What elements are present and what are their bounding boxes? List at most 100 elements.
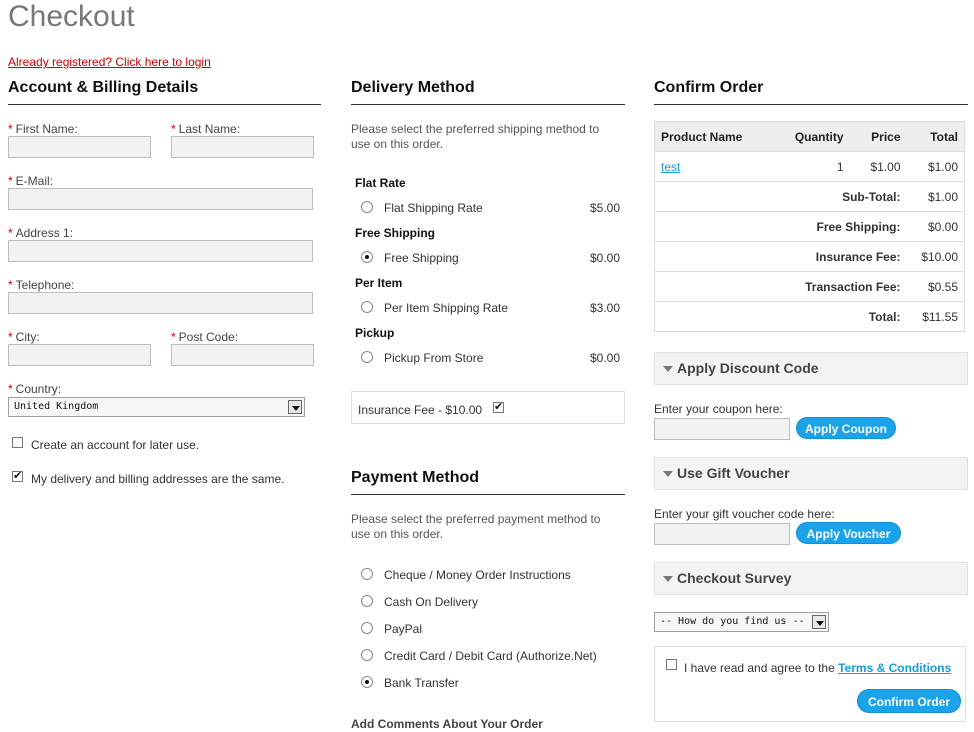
account-heading: Account & Billing Details — [8, 79, 199, 96]
discount-panel-header[interactable]: Apply Discount Code — [654, 352, 968, 385]
delivery-radio-flat[interactable] — [361, 201, 373, 213]
confirm-order-button[interactable]: Confirm Order — [857, 689, 961, 713]
table-row: test 1 $1.00 $1.00 — [654, 151, 965, 182]
last-name-label: * Last Name: — [171, 122, 241, 136]
telephone-input[interactable] — [8, 292, 313, 314]
total-row: Total: $11.55 — [654, 301, 965, 332]
delivery-option-price: $5.00 — [590, 201, 621, 215]
product-total: $1.00 — [906, 151, 965, 182]
chevron-down-icon — [288, 400, 302, 414]
survey-select-value: -- How do you find us -- — [660, 616, 805, 627]
country-label: * Country: — [8, 382, 62, 396]
payment-divider — [351, 494, 625, 495]
delivery-divider — [351, 104, 625, 105]
payment-option-label: Cheque / Money Order Instructions — [384, 568, 571, 582]
total-label: Free Shipping: — [654, 211, 907, 242]
total-value: $0.55 — [906, 271, 965, 302]
total-row: Insurance Fee: $10.00 — [654, 241, 965, 272]
confirm-divider — [654, 104, 968, 105]
delivery-group-title: Pickup — [355, 326, 395, 340]
delivery-radio-per-item[interactable] — [361, 301, 373, 313]
coupon-input[interactable] — [654, 418, 790, 440]
col-product-name: Product Name — [654, 121, 775, 152]
order-table-header: Product Name Quantity Price Total — [654, 121, 965, 152]
delivery-option-label: Pickup From Store — [384, 351, 484, 365]
total-label: Total: — [654, 301, 907, 332]
payment-option-label: Credit Card / Debit Card (Authorize.Net) — [384, 649, 597, 663]
total-value: $11.55 — [906, 301, 965, 332]
delivery-option-label: Flat Shipping Rate — [384, 201, 483, 215]
survey-panel-header[interactable]: Checkout Survey — [654, 562, 968, 595]
terms-text: I have read and agree to the Terms & Con… — [684, 661, 951, 675]
total-value: $10.00 — [906, 241, 965, 272]
same-address-label: My delivery and billing addresses are th… — [31, 472, 285, 486]
post-code-label: * Post Code: — [171, 330, 239, 344]
survey-select[interactable]: -- How do you find us -- — [654, 612, 829, 632]
delivery-option-price: $0.00 — [590, 351, 621, 365]
terms-link[interactable]: Terms & Conditions — [838, 661, 951, 675]
payment-heading: Payment Method — [351, 469, 480, 486]
payment-radio-credit-card[interactable] — [361, 649, 373, 661]
post-code-input[interactable] — [171, 344, 314, 366]
address1-input[interactable] — [8, 240, 313, 262]
insurance-label: Insurance Fee - $10.00 — [358, 403, 483, 417]
delivery-group-title: Free Shipping — [355, 226, 436, 240]
country-select-value: United Kingdom — [14, 401, 99, 412]
total-label: Insurance Fee: — [654, 241, 907, 272]
delivery-option-label: Free Shipping — [384, 251, 459, 265]
chevron-down-icon — [812, 615, 826, 629]
apply-voucher-button[interactable]: Apply Voucher — [796, 522, 901, 544]
first-name-label: * First Name: — [8, 122, 78, 136]
total-value: $0.00 — [906, 211, 965, 242]
delivery-radio-free[interactable] — [361, 251, 373, 263]
terms-box: I have read and agree to the Terms & Con… — [654, 646, 966, 722]
confirm-heading: Confirm Order — [654, 79, 764, 96]
total-label: Transaction Fee: — [654, 271, 907, 302]
total-row: Free Shipping: $0.00 — [654, 211, 965, 242]
first-name-input[interactable] — [8, 136, 151, 158]
email-input[interactable] — [8, 188, 313, 210]
same-address-checkbox[interactable] — [12, 469, 23, 482]
terms-checkbox[interactable] — [666, 659, 677, 670]
create-account-checkbox[interactable] — [12, 437, 23, 448]
payment-option-label: Cash On Delivery — [384, 595, 479, 609]
apply-coupon-button[interactable]: Apply Coupon — [796, 417, 896, 439]
login-link[interactable]: Already registered? Click here to login — [8, 55, 211, 69]
payment-radio-paypal[interactable] — [361, 622, 373, 634]
city-input[interactable] — [8, 344, 151, 366]
last-name-input[interactable] — [171, 136, 314, 158]
delivery-description: Please select the preferred shipping met… — [351, 122, 600, 151]
payment-radio-cheque[interactable] — [361, 568, 373, 580]
payment-radio-bank-transfer[interactable] — [361, 676, 373, 688]
delivery-radio-pickup[interactable] — [361, 351, 373, 363]
country-select[interactable]: United Kingdom — [8, 397, 305, 417]
product-link[interactable]: test — [661, 160, 680, 174]
email-label: * E-Mail: — [8, 174, 54, 188]
product-quantity: 1 — [774, 151, 850, 182]
coupon-label: Enter your coupon here: — [654, 402, 783, 416]
total-row: Sub-Total: $1.00 — [654, 181, 965, 212]
delivery-option-price: $3.00 — [590, 301, 621, 315]
payment-radio-cod[interactable] — [361, 595, 373, 607]
page-title: Checkout — [8, 0, 135, 33]
address1-label: * Address 1: — [8, 226, 74, 240]
city-label: * City: — [8, 330, 40, 344]
delivery-group-title: Per Item — [355, 276, 403, 290]
product-price: $1.00 — [849, 151, 907, 182]
delivery-option-label: Per Item Shipping Rate — [384, 301, 509, 315]
insurance-checkbox[interactable] — [493, 400, 504, 413]
col-total: Total — [906, 121, 965, 152]
voucher-panel-header[interactable]: Use Gift Voucher — [654, 457, 968, 490]
terms-prefix: I have read and agree to the — [684, 661, 835, 675]
total-value: $1.00 — [906, 181, 965, 212]
voucher-label: Enter your gift voucher code here: — [654, 507, 835, 521]
col-price: Price — [849, 121, 907, 152]
insurance-box: Insurance Fee - $10.00 — [351, 391, 625, 424]
voucher-input[interactable] — [654, 523, 790, 545]
order-table: Product Name Quantity Price Total test 1… — [654, 121, 965, 332]
total-row: Transaction Fee: $0.55 — [654, 271, 965, 302]
delivery-option-price: $0.00 — [590, 251, 621, 265]
col-quantity: Quantity — [774, 121, 850, 152]
comments-heading: Add Comments About Your Order — [351, 717, 543, 731]
delivery-heading: Delivery Method — [351, 79, 475, 96]
